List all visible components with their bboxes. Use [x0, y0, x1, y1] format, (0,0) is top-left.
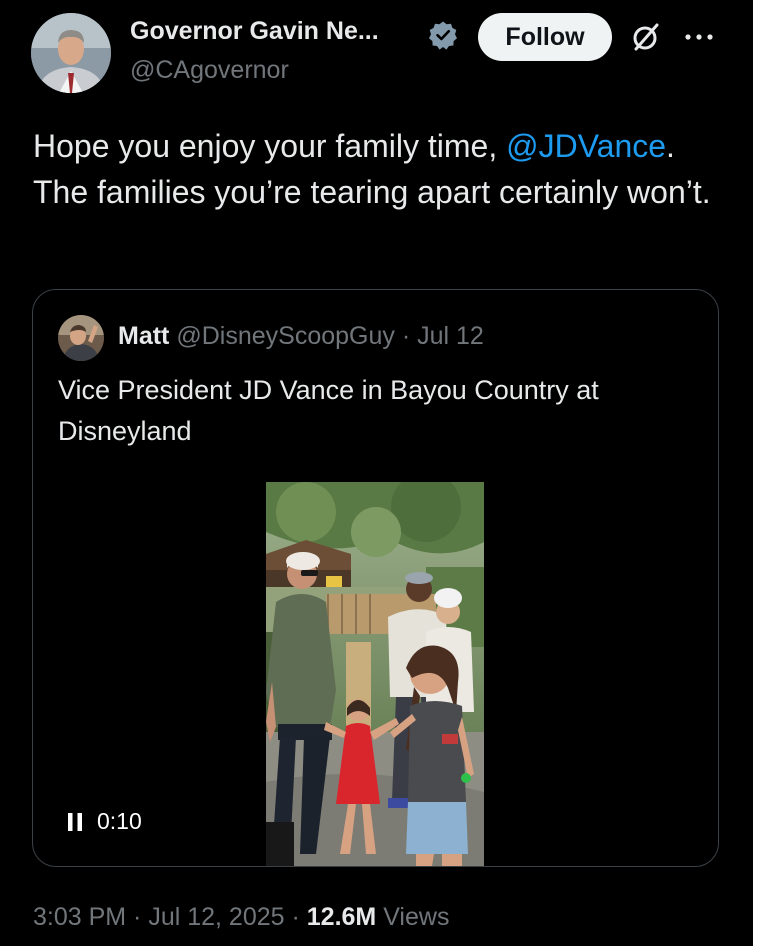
quoted-tweet-date[interactable]: Jul 12 — [417, 322, 484, 350]
author-handle[interactable]: @CAgovernor — [130, 56, 289, 85]
follow-button[interactable]: Follow — [478, 13, 612, 61]
video-controls: 0:10 — [67, 808, 142, 835]
author-display-name[interactable]: Governor Gavin Ne... — [130, 17, 379, 46]
more-icon[interactable] — [682, 30, 716, 44]
verified-badge-icon — [429, 21, 457, 50]
tweet-card: Governor Gavin Ne... @CAgovernor Follow … — [0, 0, 753, 946]
author-avatar[interactable] — [31, 13, 111, 93]
tweet-time[interactable]: 3:03 PM — [33, 903, 126, 931]
quoted-tweet[interactable]: Matt @DisneyScoopGuy · Jul 12 Vice Presi… — [32, 289, 719, 867]
quoted-tweet-header: Matt @DisneyScoopGuy · Jul 12 — [118, 322, 484, 351]
quoted-author-handle[interactable]: @DisneyScoopGuy — [176, 322, 395, 350]
video-elapsed-time: 0:10 — [97, 808, 142, 834]
separator-dot: · — [394, 322, 418, 350]
pause-icon[interactable] — [67, 812, 83, 832]
tweet-metadata: 3:03 PM · Jul 12, 2025 · 12.6M Views — [33, 903, 449, 932]
mention-link[interactable]: @JDVance — [506, 128, 666, 164]
separator-dot: · — [284, 903, 307, 931]
separator-dot: · — [126, 903, 149, 931]
tweet-text-part: Hope you enjoy your family time, — [33, 128, 507, 164]
views-count[interactable]: 12.6M — [307, 903, 376, 931]
grok-icon[interactable] — [630, 21, 662, 53]
views-label: Views — [383, 903, 450, 931]
quoted-tweet-text: Vice President JD Vance in Bayou Country… — [58, 375, 599, 446]
quoted-author-avatar[interactable] — [58, 315, 104, 361]
tweet-date[interactable]: Jul 12, 2025 — [148, 903, 284, 931]
video-player[interactable] — [266, 482, 484, 866]
quoted-author-name[interactable]: Matt — [118, 322, 169, 350]
tweet-text: Hope you enjoy your family time, @JDVanc… — [33, 123, 733, 215]
